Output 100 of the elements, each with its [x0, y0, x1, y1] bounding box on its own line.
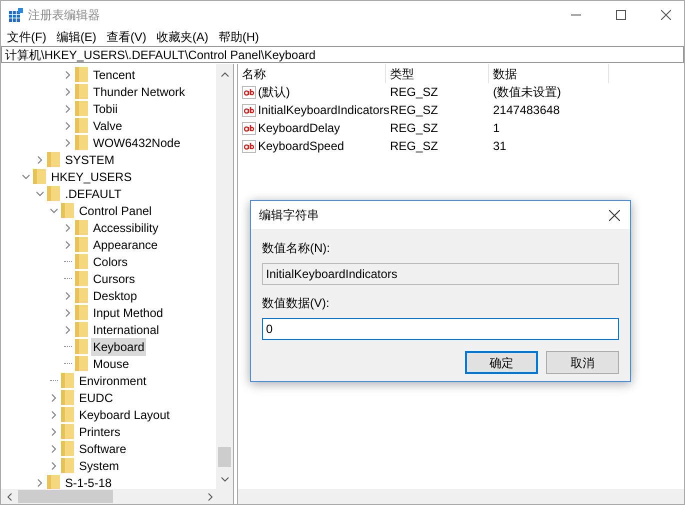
- folder-icon: [75, 237, 88, 252]
- collapse-chevron-icon[interactable]: [50, 206, 58, 214]
- folder-icon: [75, 339, 88, 354]
- folder-icon: [61, 441, 74, 456]
- expand-chevron-icon[interactable]: [50, 410, 58, 418]
- tree-item[interactable]: .DEFAULT: [63, 184, 124, 202]
- folder-icon: [61, 373, 74, 388]
- menu-item[interactable]: 帮助(H): [218, 28, 259, 46]
- column-header[interactable]: 名称: [242, 64, 266, 82]
- tree-item[interactable]: Keyboard Layout: [77, 406, 172, 424]
- menu-item[interactable]: 编辑(E): [56, 28, 96, 46]
- value-type: REG_SZ: [390, 85, 438, 99]
- expand-chevron-icon[interactable]: [64, 88, 72, 96]
- expand-chevron-icon[interactable]: [64, 292, 72, 300]
- folder-icon: [47, 186, 60, 201]
- tree-item[interactable]: SYSTEM: [63, 150, 116, 168]
- string-value-icon: [242, 104, 256, 116]
- menu-item[interactable]: 收藏夹(A): [156, 28, 208, 46]
- expand-chevron-icon[interactable]: [64, 326, 72, 334]
- horizontal-scrollbar[interactable]: [238, 489, 684, 504]
- expand-chevron-icon[interactable]: [64, 138, 72, 146]
- close-icon[interactable]: [661, 10, 671, 20]
- value-name[interactable]: (默认): [258, 83, 290, 101]
- value-data: (数值未设置): [493, 85, 561, 99]
- scroll-thumb[interactable]: [18, 490, 113, 503]
- tree-item[interactable]: Desktop: [91, 286, 140, 304]
- expand-chevron-icon[interactable]: [36, 478, 44, 486]
- expand-chevron-icon[interactable]: [50, 428, 58, 436]
- tree-item[interactable]: Accessibility: [91, 218, 160, 236]
- string-value-icon: [242, 86, 256, 98]
- cancel-button[interactable]: 取消: [546, 351, 619, 374]
- expand-chevron-icon[interactable]: [64, 240, 72, 248]
- tree-item[interactable]: International: [91, 320, 162, 338]
- expand-chevron-icon[interactable]: [50, 394, 58, 402]
- expand-chevron-icon[interactable]: [50, 444, 58, 452]
- scroll-down-icon[interactable]: [220, 477, 228, 482]
- tree-item[interactable]: HKEY_USERS: [49, 168, 134, 186]
- collapse-chevron-icon[interactable]: [36, 190, 44, 198]
- tree-item[interactable]: Environment: [77, 372, 148, 390]
- expand-chevron-icon[interactable]: [64, 308, 72, 316]
- tree-item[interactable]: S-1-5-18: [63, 474, 114, 489]
- expand-chevron-icon[interactable]: [64, 224, 72, 232]
- tree-item[interactable]: Tencent: [91, 66, 138, 84]
- column-header[interactable]: 类型: [390, 64, 414, 82]
- tree-item[interactable]: WOW6432Node: [91, 134, 182, 152]
- expand-chevron-icon[interactable]: [50, 462, 58, 470]
- scroll-thumb[interactable]: [218, 447, 231, 467]
- string-value-icon: [242, 122, 256, 134]
- folder-icon: [47, 475, 60, 489]
- scroll-up-icon[interactable]: [220, 72, 228, 77]
- tree-item[interactable]: Tobii: [91, 100, 120, 118]
- tree-item[interactable]: Mouse: [91, 354, 132, 372]
- expand-chevron-icon[interactable]: [64, 70, 72, 78]
- expand-chevron-icon[interactable]: [36, 156, 44, 164]
- tree-item[interactable]: System: [77, 456, 122, 474]
- maximize-icon[interactable]: [616, 10, 626, 20]
- folder-icon: [75, 101, 88, 116]
- tree-item[interactable]: EUDC: [77, 388, 116, 406]
- tree-item[interactable]: Cursors: [91, 270, 138, 288]
- column-header[interactable]: 数据: [493, 64, 517, 82]
- value-data-field[interactable]: 0: [262, 318, 619, 340]
- field-label: 数值名称(N):: [262, 240, 331, 257]
- scroll-left-icon[interactable]: [7, 492, 12, 500]
- close-icon[interactable]: [609, 210, 620, 220]
- tree-item[interactable]: Keyboard: [91, 338, 146, 356]
- menu-item[interactable]: 查看(V): [106, 28, 146, 46]
- tree-item[interactable]: Thunder Network: [91, 82, 188, 100]
- folder-icon: [75, 322, 88, 337]
- value-type: REG_SZ: [390, 103, 438, 117]
- folder-icon: [75, 271, 88, 286]
- tree-item[interactable]: Software: [77, 440, 128, 458]
- expand-chevron-icon[interactable]: [64, 122, 72, 130]
- address-bar[interactable]: 计算机\HKEY_USERS\.DEFAULT\Control Panel\Keyboard: [1, 46, 684, 63]
- ok-button[interactable]: 确定: [465, 351, 538, 374]
- folder-icon: [61, 458, 74, 473]
- menu-item[interactable]: 文件(F): [7, 28, 46, 46]
- tree-item[interactable]: Colors: [91, 252, 130, 270]
- value-name[interactable]: InitialKeyboardIndicators: [258, 101, 390, 119]
- value-data: 1: [493, 121, 500, 135]
- folder-icon: [75, 254, 88, 269]
- tree-item[interactable]: Control Panel: [77, 202, 154, 220]
- folder-icon: [75, 288, 88, 303]
- folder-icon: [61, 390, 74, 405]
- value-name-field: InitialKeyboardIndicators: [262, 263, 619, 285]
- folder-icon: [75, 220, 88, 235]
- tree-item[interactable]: Input Method: [91, 304, 166, 322]
- tree-item[interactable]: Printers: [77, 422, 122, 440]
- scroll-right-icon[interactable]: [208, 492, 213, 500]
- field-label: 数值数据(V):: [262, 295, 330, 312]
- folder-icon: [47, 152, 60, 167]
- horizontal-scrollbar[interactable]: [1, 489, 233, 504]
- value-name[interactable]: KeyboardSpeed: [258, 137, 344, 155]
- tree-item[interactable]: Valve: [91, 116, 124, 134]
- folder-icon: [33, 169, 46, 184]
- collapse-chevron-icon[interactable]: [22, 172, 30, 180]
- tree-item[interactable]: Appearance: [91, 236, 160, 254]
- vertical-scrollbar[interactable]: [216, 64, 233, 489]
- expand-chevron-icon[interactable]: [64, 104, 72, 112]
- value-data: 31: [493, 139, 506, 153]
- value-name[interactable]: KeyboardDelay: [258, 119, 340, 137]
